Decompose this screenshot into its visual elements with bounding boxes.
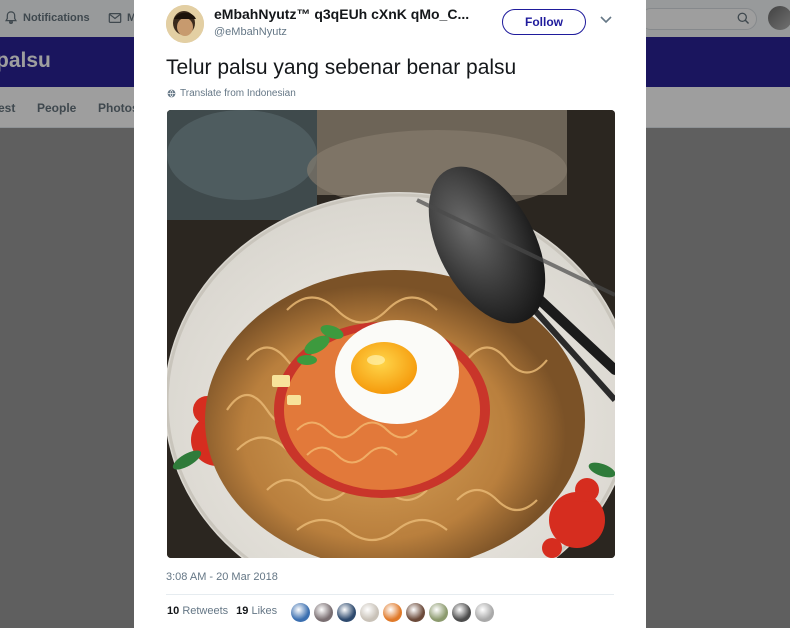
author-avatar-image [166, 5, 204, 43]
likes-label: Likes [251, 605, 278, 617]
likes-stat[interactable]: 19 Likes [236, 605, 277, 617]
liker-avatar[interactable] [452, 603, 471, 622]
tweet-stats: 10 Retweets 19 Likes [167, 605, 277, 617]
liker-avatar[interactable] [337, 603, 356, 622]
noodle-photo-image [167, 110, 615, 558]
tweet-photo[interactable] [167, 110, 615, 558]
stats-divider [166, 594, 614, 595]
translate-link[interactable]: Translate from Indonesian [167, 88, 296, 99]
follow-button[interactable]: Follow [502, 9, 586, 35]
liker-avatar[interactable] [475, 603, 494, 622]
translate-label: Translate from Indonesian [180, 88, 296, 99]
liker-avatar[interactable] [314, 603, 333, 622]
likes-count: 19 [236, 605, 249, 617]
retweets-stat[interactable]: 10 Retweets [167, 605, 228, 617]
author-avatar[interactable] [166, 5, 204, 43]
liker-avatar[interactable] [291, 603, 310, 622]
author-handle[interactable]: @eMbahNyutz [214, 26, 287, 38]
retweets-count: 10 [167, 605, 180, 617]
author-display-name[interactable]: eMbahNyutz™ q3qEUh cXnK qMo_C... [214, 6, 469, 22]
tweet-text: Telur palsu yang sebenar benar palsu [166, 56, 517, 79]
liker-avatar[interactable] [406, 603, 425, 622]
retweets-label: Retweets [182, 605, 229, 617]
liker-avatar[interactable] [383, 603, 402, 622]
tweet-timestamp[interactable]: 3:08 AM - 20 Mar 2018 [166, 571, 278, 583]
liker-avatar[interactable] [429, 603, 448, 622]
liker-avatars [291, 603, 494, 622]
chevron-down-icon[interactable] [600, 15, 612, 25]
tweet-modal: eMbahNyutz™ q3qEUh cXnK qMo_C... @eMbahN… [134, 0, 646, 628]
globe-icon [167, 89, 176, 98]
liker-avatar[interactable] [360, 603, 379, 622]
